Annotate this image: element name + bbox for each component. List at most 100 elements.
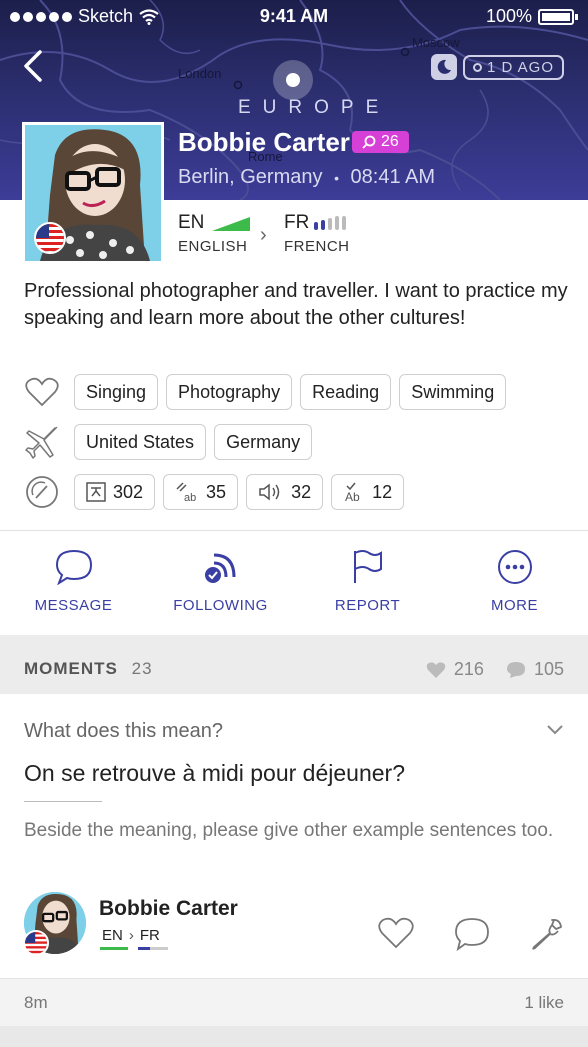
time-ago-badge: 1 D AGO (462, 54, 564, 80)
following-rss-icon (204, 553, 235, 583)
learning-code: FR (139, 927, 160, 944)
level-badge[interactable]: 26 (352, 131, 409, 153)
stat-corrections[interactable]: Ab 12 (331, 474, 405, 510)
travel-row: United States Germany (24, 424, 313, 460)
post-author-name[interactable]: Bobbie Carter (99, 897, 238, 921)
question-underline (24, 801, 102, 802)
interest-chip[interactable]: Singing (74, 374, 159, 410)
interest-chip[interactable]: Swimming (399, 374, 507, 410)
search-icon (362, 135, 376, 149)
correction-icon: Ab (345, 482, 360, 503)
map-label-moscow: Moscow (412, 35, 460, 50)
learning-language: FR FRENCH (284, 212, 350, 255)
wrench-icon[interactable] (530, 917, 564, 951)
post-footer: 8m 1 like (0, 978, 588, 1026)
profile-bio: Professional photographer and traveller.… (24, 280, 568, 329)
moments-title: MOMENTS 23 (24, 659, 153, 679)
svg-text:Ab: Ab (345, 490, 360, 503)
native-lang-name: ENGLISH (178, 238, 248, 255)
level-value: 26 (381, 133, 399, 150)
heart-filled-icon (426, 661, 446, 678)
stat-transliterations[interactable]: ab 35 (163, 474, 239, 510)
separator-dot: • (334, 170, 339, 186)
post-note: Beside the meaning, please give other ex… (24, 820, 554, 841)
stats-row: 302 ab 35 32 Ab 12 (24, 474, 405, 510)
native-code: EN (102, 927, 123, 944)
more-dots-icon (497, 550, 532, 584)
profile-location: Berlin, Germany • 08:41 AM (178, 166, 435, 189)
battery-percent: 100% (485, 6, 532, 26)
comment-filled-icon (506, 661, 525, 678)
like-heart-icon[interactable] (378, 917, 414, 949)
clock-icon (472, 62, 482, 72)
time-ago-text: 1 D AGO (486, 58, 554, 76)
moments-stats: 216 105 (426, 659, 564, 680)
stat-voice[interactable]: 32 (246, 474, 324, 510)
post-type: What does this mean? (24, 720, 223, 742)
following-label: FOLLOWING (173, 597, 268, 614)
chat-bubble-icon (55, 549, 92, 585)
speaker-icon (259, 483, 280, 501)
map-region-label: EUROPE (238, 97, 391, 118)
language-arrow-icon: › (260, 224, 267, 246)
location-text: Berlin, Germany (178, 166, 323, 188)
learning-lang-name: FRENCH (284, 238, 350, 255)
us-flag-icon (23, 930, 49, 956)
moments-likes: 216 (453, 659, 484, 679)
stat-value: 32 (291, 481, 312, 502)
back-chevron-icon[interactable] (20, 48, 46, 84)
post-like-count[interactable]: 1 like (524, 993, 564, 1013)
native-level-bar (212, 217, 250, 231)
stat-value: 35 (206, 481, 227, 502)
more-label: MORE (491, 597, 538, 614)
travel-chip[interactable]: United States (74, 424, 207, 460)
translate-icon (86, 482, 106, 502)
native-bar (100, 947, 128, 950)
svg-text:ab: ab (184, 492, 196, 503)
moments-header[interactable]: MOMENTS 23 216 105 (0, 645, 588, 694)
chevron-down-icon[interactable] (546, 724, 564, 736)
message-label: MESSAGE (34, 597, 113, 614)
comment-icon[interactable] (454, 917, 490, 951)
profile-actions: MESSAGE FOLLOWING REPORT MORE (0, 531, 588, 635)
us-flag-icon (34, 222, 66, 254)
section-gap (0, 635, 588, 645)
map-label-london: London (178, 66, 222, 81)
last-active: 1 D AGO (430, 54, 564, 80)
post-learning-lang: FR (137, 927, 168, 950)
stat-value: 12 (372, 481, 393, 502)
message-button[interactable]: MESSAGE (0, 531, 147, 635)
travel-chip[interactable]: Germany (214, 424, 313, 460)
profile-avatar[interactable] (22, 122, 164, 264)
speedometer-icon (24, 474, 60, 510)
heart-icon (24, 374, 60, 410)
profile-name: Bobbie Carter (178, 127, 350, 157)
learning-bar (137, 947, 168, 950)
local-time: 08:41 AM (350, 166, 436, 188)
post-native-lang: EN (100, 927, 128, 950)
battery-icon (538, 8, 574, 25)
post-question[interactable]: On se retrouve à midi pour déjeuner? (24, 760, 405, 787)
post-author-languages: EN › FR (100, 927, 168, 950)
moments-count: 23 (131, 659, 153, 678)
interests-row: Singing Photography Reading Swimming (24, 374, 507, 410)
moon-icon (430, 54, 457, 80)
flag-icon (353, 550, 382, 583)
transliteration-icon: ab (176, 482, 196, 503)
report-button[interactable]: REPORT (294, 531, 441, 635)
status-bar: Sketch 9:41 AM 100% (0, 0, 588, 32)
following-button[interactable]: FOLLOWING (147, 531, 294, 635)
more-button[interactable]: MORE (441, 531, 588, 635)
interest-chip[interactable]: Reading (300, 374, 392, 410)
moments-comments: 105 (533, 659, 564, 679)
post-actions (378, 917, 564, 951)
interest-chip[interactable]: Photography (166, 374, 293, 410)
arrow-icon: › (128, 927, 134, 944)
stat-translations[interactable]: 302 (74, 474, 156, 510)
post-time: 8m (24, 993, 48, 1012)
location-pin-icon (273, 60, 313, 100)
stat-value: 302 (113, 481, 144, 502)
airplane-icon (24, 424, 60, 460)
next-section-strip (0, 1026, 588, 1047)
moments-label: MOMENTS (24, 659, 118, 678)
